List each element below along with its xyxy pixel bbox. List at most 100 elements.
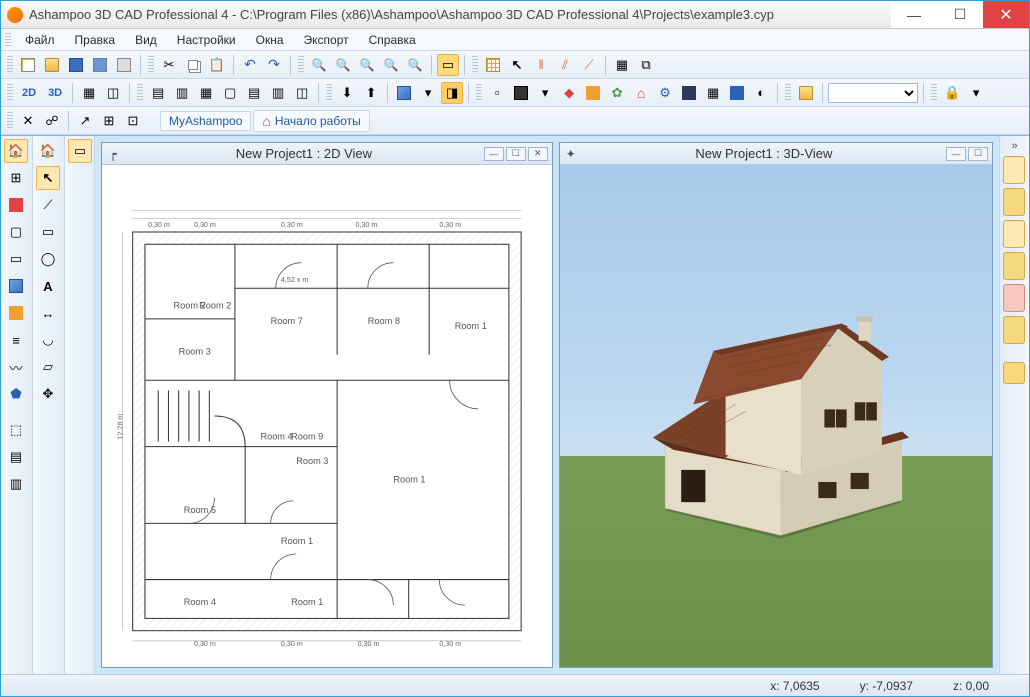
plan-canvas[interactable]: Room 2 Room 2 Room 3 Room 7 Room 8 Room …	[102, 165, 552, 667]
menu-view[interactable]: Вид	[127, 31, 165, 49]
zoom-window-button[interactable]	[380, 54, 402, 76]
tool-shield[interactable]: ⬟	[4, 382, 28, 406]
extra-button[interactable]: ▾	[965, 82, 987, 104]
tool-section[interactable]: ⬚	[4, 418, 28, 442]
floor-up-button[interactable]: ⬆	[360, 82, 382, 104]
rail-tab-4[interactable]	[1003, 252, 1025, 280]
view-a-button[interactable]: ▦	[78, 82, 100, 104]
tile-h-button[interactable]: ▤	[147, 82, 169, 104]
save-button[interactable]	[65, 54, 87, 76]
tool-roof[interactable]	[4, 301, 28, 325]
tool-terrain[interactable]: 〰	[4, 355, 28, 379]
tile-3b-button[interactable]: ▥	[267, 82, 289, 104]
panel-2d-close[interactable]: ✕	[528, 147, 548, 161]
tool-window[interactable]: ▭	[4, 247, 28, 271]
zoom-reset-button[interactable]	[404, 54, 426, 76]
obj-l[interactable]: ◐	[750, 82, 772, 104]
tile-c-button[interactable]: ◫	[291, 82, 313, 104]
obj-g[interactable]	[630, 82, 652, 104]
panel-2d-max[interactable]: ☐	[506, 147, 526, 161]
view-b-button[interactable]: ◫	[102, 82, 124, 104]
layers-button[interactable]: ▦	[611, 54, 633, 76]
sub-circle[interactable]: ◯	[36, 247, 60, 271]
getting-started-link[interactable]: Начало работы	[253, 110, 369, 132]
select-mode-button[interactable]: ▭	[437, 54, 459, 76]
obj-i[interactable]	[678, 82, 700, 104]
tool-d[interactable]: ⊡	[122, 110, 144, 132]
obj-b[interactable]	[510, 82, 532, 104]
tool-wrench[interactable]: ✕	[17, 110, 39, 132]
rail-tab-2[interactable]	[1003, 188, 1025, 216]
copy-button[interactable]	[182, 54, 204, 76]
tool-a[interactable]: ☍	[41, 110, 63, 132]
zoom-in-button[interactable]	[308, 54, 330, 76]
floor-down-button[interactable]: ⬇	[336, 82, 358, 104]
rail-tab-7[interactable]	[1003, 362, 1025, 384]
rail-tab-1[interactable]	[1003, 156, 1025, 184]
grid-button[interactable]	[482, 54, 504, 76]
panel-3d-min[interactable]: —	[946, 147, 966, 161]
paste-button[interactable]: 📋	[206, 54, 228, 76]
zoom-fit-button[interactable]	[356, 54, 378, 76]
tool-obj[interactable]	[4, 274, 28, 298]
tile-3a-button[interactable]: ▤	[243, 82, 265, 104]
maximize-button[interactable]: ☐	[937, 1, 983, 28]
obj-j[interactable]: ▦	[702, 82, 724, 104]
render-canvas[interactable]	[560, 165, 992, 667]
rail-tab-3[interactable]	[1003, 220, 1025, 248]
obj-h[interactable]: ⚙	[654, 82, 676, 104]
menu-settings[interactable]: Настройки	[169, 31, 244, 49]
mode-select[interactable]: ▭	[68, 139, 92, 163]
tool-c[interactable]: ⊞	[98, 110, 120, 132]
tool-wall[interactable]	[4, 193, 28, 217]
orbit-icon[interactable]: ✦	[560, 143, 582, 165]
undo-button[interactable]	[239, 54, 261, 76]
sub-arc[interactable]: ◡	[36, 328, 60, 352]
snap-h-button[interactable]: ⫽	[554, 54, 576, 76]
catalog-button[interactable]: ⧉	[635, 54, 657, 76]
sub-poly[interactable]: ▱	[36, 355, 60, 379]
redo-button[interactable]	[263, 54, 285, 76]
obj-d[interactable]: ◆	[558, 82, 580, 104]
cut-button[interactable]: ✂	[158, 54, 180, 76]
scale-dropdown[interactable]	[828, 83, 918, 103]
lock-button[interactable]: 🔒	[941, 82, 963, 104]
render-mode-button[interactable]: ◨	[441, 82, 463, 104]
tool-door[interactable]: ▢	[4, 220, 28, 244]
zoom-out-button[interactable]	[332, 54, 354, 76]
cursor-button[interactable]	[506, 54, 528, 76]
new-button[interactable]	[17, 54, 39, 76]
menu-windows[interactable]: Окна	[248, 31, 292, 49]
obj-m[interactable]	[795, 82, 817, 104]
sub-text[interactable]: A	[36, 274, 60, 298]
cube-drop-button[interactable]: ▾	[417, 82, 439, 104]
tile-single-button[interactable]: ▢	[219, 82, 241, 104]
sub-dim[interactable]: ↔	[36, 301, 60, 325]
tool-building[interactable]: 🏠	[4, 139, 28, 163]
sub-rect[interactable]: ▭	[36, 220, 60, 244]
tool-b[interactable]: ↗	[74, 110, 96, 132]
sub-move[interactable]: ✥	[36, 382, 60, 406]
plan-icon[interactable]: ┍	[102, 143, 124, 165]
menu-help[interactable]: Справка	[361, 31, 424, 49]
tile-q-button[interactable]: ▦	[195, 82, 217, 104]
panel-2d-min[interactable]: —	[484, 147, 504, 161]
open-button[interactable]	[41, 54, 63, 76]
rail-expand[interactable]: »	[1003, 140, 1026, 152]
menu-file[interactable]: Файл	[17, 31, 63, 49]
obj-k[interactable]	[726, 82, 748, 104]
print-button[interactable]	[113, 54, 135, 76]
tool-grid[interactable]: ⊞	[4, 166, 28, 190]
snap-v-button[interactable]: ‖	[530, 54, 552, 76]
obj-c[interactable]: ▾	[534, 82, 556, 104]
tool-floor[interactable]: ▤	[4, 445, 28, 469]
tile-v-button[interactable]: ▥	[171, 82, 193, 104]
snap-angle-button[interactable]: ⟋	[578, 54, 600, 76]
sub-cursor[interactable]	[36, 166, 60, 190]
myashampoo-link[interactable]: MyAshampoo	[160, 111, 251, 131]
minimize-button[interactable]: —	[891, 1, 937, 28]
rail-tab-5[interactable]	[1003, 284, 1025, 312]
rail-tab-6[interactable]	[1003, 316, 1025, 344]
tool-ceil[interactable]: ▥	[4, 472, 28, 496]
cube-button[interactable]	[393, 82, 415, 104]
